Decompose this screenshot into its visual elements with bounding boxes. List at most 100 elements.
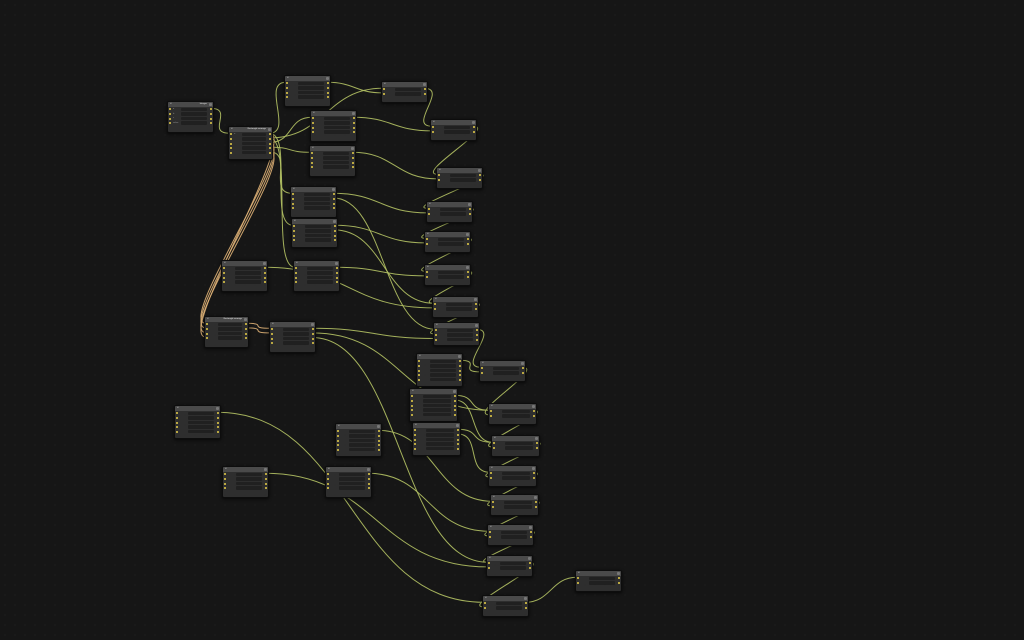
socket-value-field[interactable] [349, 434, 375, 438]
output-socket-icon[interactable] [536, 442, 538, 445]
input-socket-icon[interactable] [411, 395, 413, 398]
input-socket-icon[interactable] [327, 477, 329, 480]
socket-value-field[interactable] [423, 412, 451, 417]
socket-value-field[interactable] [181, 116, 207, 121]
node-collapse-icon[interactable] [352, 112, 355, 115]
socket-value-field[interactable] [324, 121, 350, 125]
output-socket-icon[interactable] [469, 208, 471, 211]
graph-node[interactable]: # [430, 119, 477, 141]
input-socket-icon[interactable] [414, 433, 416, 436]
graph-node[interactable]: # Integer a b c value [167, 101, 214, 133]
input-socket-icon[interactable] [295, 271, 297, 274]
output-socket-icon[interactable] [454, 399, 456, 402]
socket-value-field[interactable] [323, 156, 349, 160]
output-socket-icon[interactable] [459, 364, 461, 367]
output-socket-icon[interactable] [368, 482, 370, 485]
input-socket-icon[interactable] [490, 410, 492, 413]
output-socket-icon[interactable] [457, 438, 459, 441]
input-socket-icon[interactable] [223, 267, 225, 270]
graph-node[interactable]: # [491, 435, 540, 457]
input-socket-icon[interactable] [438, 174, 440, 177]
socket-value-field[interactable] [188, 416, 214, 420]
input-socket-icon[interactable] [312, 117, 314, 120]
output-socket-icon[interactable] [334, 229, 336, 232]
socket-value-field[interactable] [349, 443, 375, 447]
socket-value-field[interactable] [589, 576, 615, 580]
output-socket-icon[interactable] [269, 151, 271, 154]
socket-value-field[interactable] [235, 275, 261, 280]
input-socket-icon[interactable] [311, 152, 313, 155]
socket-value-field[interactable] [496, 606, 522, 610]
socket-value-field[interactable] [339, 486, 365, 490]
graph-node[interactable]: # [436, 167, 483, 189]
socket-value-field[interactable] [426, 446, 454, 451]
socket-value-field[interactable] [426, 437, 454, 442]
output-socket-icon[interactable] [336, 276, 338, 279]
output-socket-icon[interactable] [476, 333, 478, 336]
input-socket-icon[interactable] [411, 409, 413, 412]
input-socket-icon[interactable] [411, 404, 413, 407]
socket-value-field[interactable] [305, 238, 331, 242]
input-socket-icon[interactable] [414, 447, 416, 450]
output-socket-icon[interactable] [454, 395, 456, 398]
output-socket-icon[interactable] [618, 577, 620, 580]
graph-node[interactable]: # [433, 322, 480, 346]
socket-value-field[interactable] [298, 95, 324, 99]
socket-value-field[interactable] [493, 366, 519, 370]
node-collapse-icon[interactable] [453, 390, 456, 393]
socket-value-field[interactable] [504, 500, 532, 504]
input-socket-icon[interactable] [337, 430, 339, 433]
input-socket-icon[interactable] [224, 477, 226, 480]
socket-value-field[interactable] [218, 336, 242, 340]
output-socket-icon[interactable] [618, 581, 620, 584]
socket-value-field[interactable] [450, 173, 476, 177]
output-socket-icon[interactable] [265, 473, 267, 476]
input-socket-icon[interactable] [293, 225, 295, 228]
socket-value-field[interactable] [242, 141, 266, 146]
output-socket-icon[interactable] [333, 193, 335, 196]
node-collapse-icon[interactable] [521, 362, 524, 365]
output-socket-icon[interactable] [529, 566, 531, 569]
output-socket-icon[interactable] [336, 281, 338, 284]
input-socket-icon[interactable] [292, 193, 294, 196]
input-socket-icon[interactable] [224, 487, 226, 490]
output-socket-icon[interactable] [529, 562, 531, 565]
output-socket-icon[interactable] [264, 281, 266, 284]
socket-value-field[interactable] [188, 429, 214, 434]
output-socket-icon[interactable] [459, 378, 461, 381]
socket-value-field[interactable] [501, 535, 527, 539]
input-socket-icon[interactable] [230, 142, 232, 145]
node-collapse-icon[interactable] [209, 103, 212, 106]
socket-value-field[interactable] [430, 364, 456, 368]
socket-value-field[interactable] [450, 178, 476, 182]
socket-value-field[interactable] [423, 394, 451, 398]
output-socket-icon[interactable] [327, 91, 329, 94]
socket-value-field[interactable] [502, 409, 530, 413]
output-socket-icon[interactable] [533, 476, 535, 479]
input-socket-icon[interactable] [271, 328, 273, 331]
input-socket-icon[interactable] [435, 338, 437, 341]
output-socket-icon[interactable] [533, 414, 535, 417]
graph-node[interactable]: # Rectangle arrange n [228, 126, 273, 160]
graph-node[interactable]: # [269, 321, 316, 353]
socket-value-field[interactable] [304, 201, 330, 206]
graph-node[interactable]: # [575, 570, 622, 592]
socket-value-field[interactable] [323, 151, 349, 155]
input-socket-icon[interactable] [224, 473, 226, 476]
graph-node[interactable]: # [290, 186, 337, 218]
input-socket-icon[interactable] [493, 446, 495, 449]
output-socket-icon[interactable] [353, 126, 355, 129]
output-socket-icon[interactable] [368, 473, 370, 476]
input-socket-icon[interactable] [488, 566, 490, 569]
output-socket-icon[interactable] [457, 443, 459, 446]
socket-value-field[interactable] [304, 192, 330, 196]
output-socket-icon[interactable] [265, 482, 267, 485]
socket-value-field[interactable] [242, 150, 266, 155]
input-socket-icon[interactable] [492, 505, 494, 508]
node-collapse-icon[interactable] [333, 220, 336, 223]
node-collapse-icon[interactable] [532, 405, 535, 408]
input-socket-icon[interactable] [223, 276, 225, 279]
input-socket-icon[interactable] [418, 374, 420, 377]
input-socket-icon[interactable] [414, 438, 416, 441]
output-socket-icon[interactable] [530, 531, 532, 534]
